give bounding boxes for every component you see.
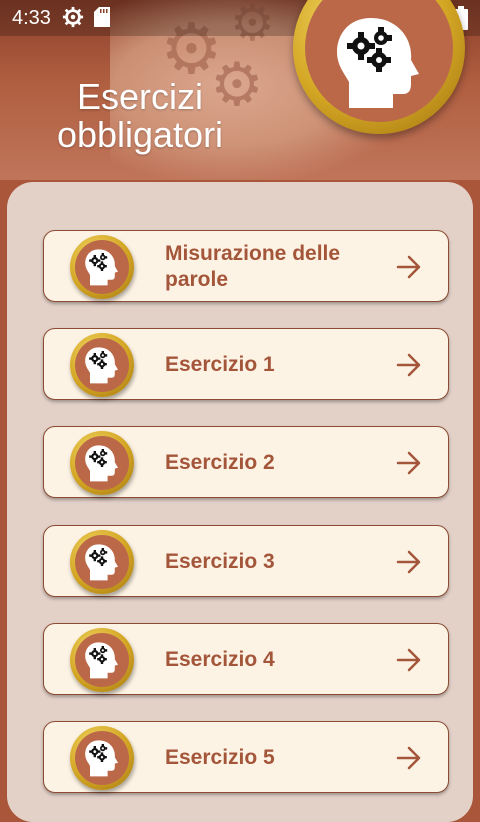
arrow-right-icon <box>396 353 421 377</box>
exercise-label: Esercizio 3 <box>165 550 275 573</box>
exercise-icon-badge <box>70 628 134 692</box>
exercise-icon-badge <box>70 530 134 594</box>
exercise-label: Esercizio 1 <box>165 353 275 376</box>
head-gears-icon <box>82 542 122 582</box>
exercise-icon-badge <box>70 333 134 397</box>
head-gears-icon <box>82 247 122 287</box>
exercise-icon-badge <box>70 431 134 495</box>
exercise-item-misurazione[interactable]: Misurazione delle parole <box>43 230 449 302</box>
exercise-item-1[interactable]: Esercizio 1 <box>43 328 449 400</box>
head-gears-icon <box>82 345 122 385</box>
head-gears-icon <box>82 640 122 680</box>
exercise-icon-badge <box>70 235 134 299</box>
exercise-panel: Misurazione delle parole Esercizio 1 Ese… <box>7 182 473 822</box>
sd-card-icon <box>94 7 110 27</box>
head-gears-icon <box>82 443 122 483</box>
settings-gear-icon <box>62 6 84 28</box>
status-time: 4:33 <box>12 7 51 29</box>
page-title: Esercizi obbligatori <box>56 76 224 155</box>
arrow-right-icon <box>396 255 421 279</box>
exercise-item-2[interactable]: Esercizio 2 <box>43 426 449 498</box>
exercise-item-4[interactable]: Esercizio 4 <box>43 623 449 695</box>
exercise-item-5[interactable]: Esercizio 5 <box>43 721 449 793</box>
exercise-label: Misurazione delle parole <box>165 242 341 291</box>
arrow-right-icon <box>396 451 421 475</box>
head-gears-icon <box>329 12 429 112</box>
arrow-right-icon <box>396 550 421 574</box>
exercise-label: Esercizio 5 <box>165 746 275 769</box>
arrow-right-icon <box>396 648 421 672</box>
head-gears-icon <box>82 738 122 778</box>
exercise-label: Esercizio 4 <box>165 648 275 671</box>
app-header: ⚙ ⚙ ⚙ 4:33 Esercizi obbligatori <box>0 0 480 180</box>
exercise-icon-badge <box>70 726 134 790</box>
exercise-item-3[interactable]: Esercizio 3 <box>43 525 449 597</box>
exercise-label: Esercizio 2 <box>165 451 275 474</box>
arrow-right-icon <box>396 746 421 770</box>
